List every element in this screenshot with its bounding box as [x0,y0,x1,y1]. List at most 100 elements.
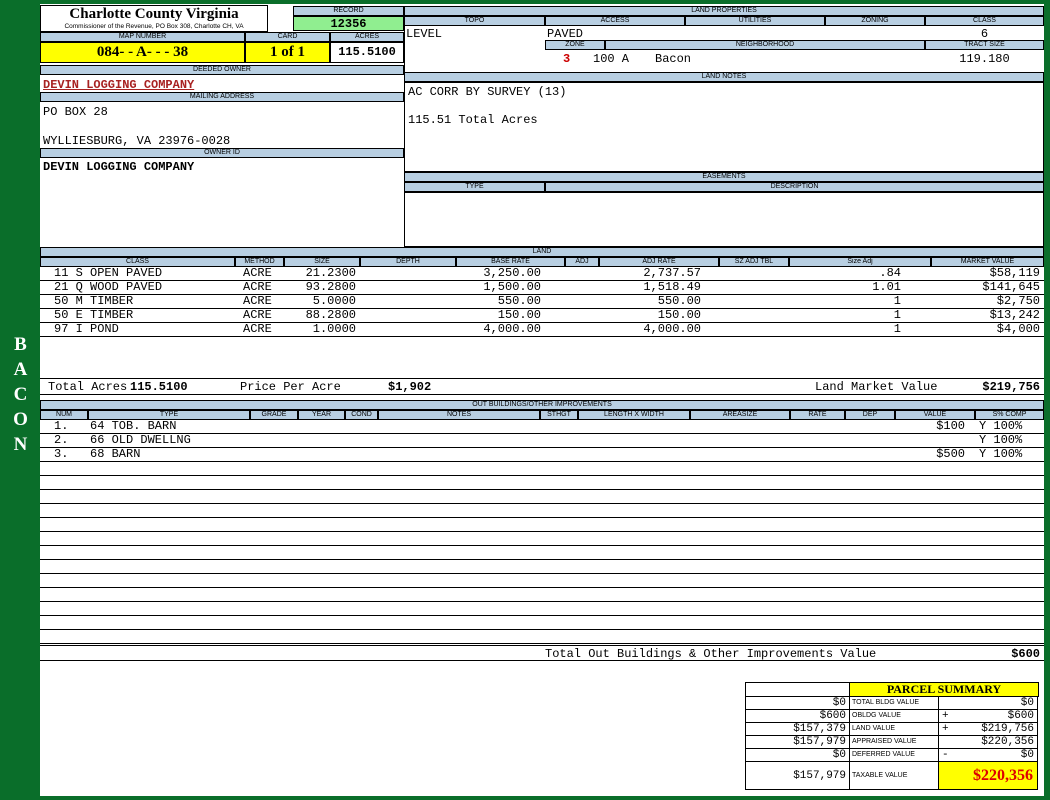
summary-prior-value: $0 [745,748,850,762]
land-market-value-cell: $2,750 [996,295,1040,308]
class-label: CLASS [925,16,1044,26]
land-adj-rate-cell: 4,000.00 [643,323,701,336]
summary-current-cell: - $0 [938,748,1038,762]
outbuilding-row: 1. 64 TOB. BARN $100 Y 100% [40,420,1044,434]
ob-type-cell: 68 BARN [90,448,141,461]
outbuilding-empty-row [40,532,1044,546]
card-content: Charlotte County Virginia Commissioner o… [40,4,1044,796]
land-size-adj-cell: 1 [893,323,901,336]
land-adj-cell [565,281,599,294]
land-market-value-cell: $58,119 [989,267,1040,280]
land-row: 21 Q WOOD PAVED ACRE 93.2800 1,500.00 1,… [40,281,1044,295]
ob-total-label: Total Out Buildings & Other Improvements… [545,647,877,661]
land-col-size-adj: Size Adj [789,257,931,267]
ob-total-value: $600 [1011,647,1040,661]
ob-num-cell: 1. [54,420,69,433]
ob-spacer-cell [250,448,895,461]
ob-spacer-cell [250,420,895,433]
land-method-cell: ACRE [243,295,272,308]
topo-value: LEVEL [406,27,443,41]
ob-spacer-cell [250,434,895,447]
land-method-cell: ACRE [243,323,272,336]
outbuilding-empty-row [40,560,1044,574]
summary-row: $157,379 LAND VALUE + $219,756 [745,722,1041,736]
summary-op: + [942,710,949,722]
ob-type-cell: 64 TOB. BARN [90,420,177,433]
ob-col-type: TYPE [88,410,250,420]
ob-comp-cell: Y 100% [979,434,1023,447]
land-notes-title: LAND NOTES [404,72,1044,82]
ob-comp-cell: Y 100% [979,448,1023,461]
land-adj-cell [565,323,599,336]
class-value: 6 [980,27,989,41]
land-size-cell: 93.2800 [305,281,356,294]
land-class-cell: 21 Q WOOD PAVED [54,281,163,294]
land-size-adj-cell: 1 [893,309,901,322]
ob-col-num: NUM [40,410,88,420]
land-col-class: CLASS [40,257,235,267]
land-depth-cell [360,295,456,308]
summary-current-cell: $0 [938,696,1038,710]
zone-label: ZONE [545,40,605,50]
ob-value-cell [895,434,975,447]
zoning-label: ZONING [825,16,925,26]
mailing-address-line2: WYLLIESBURG, VA 23976-0028 [43,134,231,148]
out-buildings-title: OUT BUILDINGS/OTHER IMPROVEMENTS [40,400,1044,410]
land-sz-adj-tbl-cell [719,309,789,322]
land-class-cell: 97 I POND [54,323,119,336]
land-table-body: 11 S OPEN PAVED ACRE 21.2300 3,250.00 2,… [40,267,1044,337]
parcel-summary-title: PARCEL SUMMARY [849,682,1039,697]
land-market-value-cell: $13,242 [989,309,1040,322]
easements-header-row: TYPE DESCRIPTION [404,182,1044,192]
ob-col-value: VALUE [895,410,975,420]
land-adj-rate-cell: 1,518.49 [643,281,701,294]
easements-box [404,192,1044,247]
mailing-address-line1: PO BOX 28 [43,105,108,119]
parcel-header-row: MAP NUMBER CARD ACRES [40,32,404,42]
land-sz-adj-tbl-cell [719,281,789,294]
land-col-adj: ADJ [565,257,599,267]
summary-prior-value: $600 [745,709,850,723]
out-buildings-body: 1. 64 TOB. BARN $100 Y 100% 2. 66 OLD DW… [40,420,1044,644]
summary-current-value: $220,356 [981,736,1034,748]
summary-op: - [942,749,949,761]
property-record-card: BACON Charlotte County Virginia Commissi… [0,0,1050,800]
land-totals-row: Total Acres 115.5100 Price Per Acre $1,9… [40,378,1044,395]
outbuilding-empty-row [40,490,1044,504]
acres-label: ACRES [330,32,404,42]
total-acres-label: Total Acres [48,380,128,394]
outbuilding-empty-row [40,630,1044,644]
neighborhood-label: NEIGHBORHOOD [605,40,925,50]
deeded-owner-name: DEVIN LOGGING COMPANY [43,78,195,92]
easement-description-label: DESCRIPTION [545,182,1044,192]
land-row: 97 I POND ACRE 1.0000 4,000.00 4,000.00 … [40,323,1044,337]
access-value: PAVED [547,27,584,41]
land-row: 11 S OPEN PAVED ACRE 21.2300 3,250.00 2,… [40,267,1044,281]
land-size-adj-cell: 1 [893,295,901,308]
land-depth-cell [360,267,456,280]
land-col-size: SIZE [284,257,360,267]
outbuilding-empty-row [40,588,1044,602]
land-note-line1: AC CORR BY SURVEY (13) [408,85,567,99]
county-title-box: Charlotte County Virginia Commissioner o… [40,5,268,32]
land-row: 50 E TIMBER ACRE 88.2800 150.00 150.00 1… [40,309,1044,323]
outbuilding-empty-row [40,504,1044,518]
total-acres-value: 115.5100 [130,380,188,394]
land-table-header-row: CLASS METHOD SIZE DEPTH BASE RATE ADJ AD… [40,257,1044,267]
owner-id-label: OWNER ID [40,148,404,158]
easement-type-label: TYPE [404,182,545,192]
price-per-acre-label: Price Per Acre [240,380,341,394]
land-sz-adj-tbl-cell [719,295,789,308]
land-depth-cell [360,281,456,294]
land-base-rate-cell: 1,500.00 [483,281,541,294]
land-market-value-cell: $141,645 [982,281,1040,294]
summary-current-cell: $220,356 [938,735,1038,749]
summary-current-value: $0 [1020,697,1034,709]
land-sz-adj-tbl-cell [719,267,789,280]
topo-label: TOPO [404,16,545,26]
zone-header-row: ZONE NEIGHBORHOOD TRACT SIZE [545,40,1044,50]
land-base-rate-cell: 3,250.00 [483,267,541,280]
map-number-value: 084- - A- - - 38 [40,42,245,63]
land-market-value-cell: $4,000 [996,323,1040,336]
ob-col-areasize: AREASIZE [690,410,790,420]
